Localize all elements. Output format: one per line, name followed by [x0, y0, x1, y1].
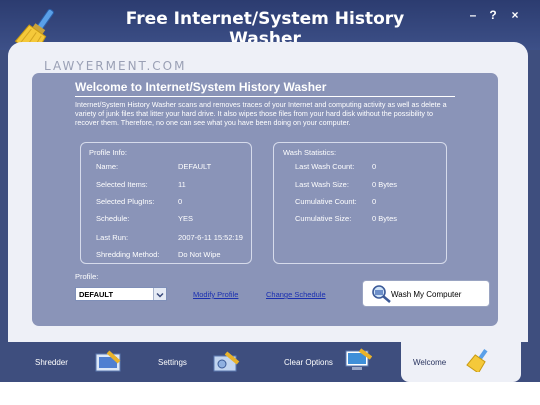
tab-clear-options-label: Clear Options [284, 358, 333, 367]
broom-icon [466, 349, 488, 372]
profile-name-value: DEFAULT [178, 162, 212, 171]
wash-my-computer-button[interactable]: Wash My Computer [362, 280, 490, 307]
modify-profile-link[interactable]: Modify Profile [193, 290, 238, 299]
selected-items-label: Selected Items: [96, 180, 148, 189]
tab-welcome[interactable]: Welcome [401, 342, 521, 380]
cumulative-size-value: 0 Bytes [372, 214, 398, 223]
tab-settings[interactable]: Settings [140, 342, 260, 380]
bottom-strip [0, 382, 540, 405]
magnifier-icon [372, 285, 391, 303]
chevron-down-icon[interactable] [153, 288, 166, 300]
selected-plugins-value: 0 [178, 197, 183, 206]
profile-select[interactable]: DEFAULT [75, 287, 167, 301]
cumulative-count-label: Cumulative Count: [295, 197, 357, 206]
profile-name-label: Name: [96, 162, 119, 171]
wash-button-label: Wash My Computer [391, 290, 462, 299]
last-run-value: 2007-6-11 15:52:19 [178, 233, 243, 242]
tab-settings-label: Settings [158, 358, 187, 367]
welcome-title: Welcome to Internet/System History Washe… [75, 80, 327, 94]
last-wash-size-value: 0 Bytes [372, 180, 398, 189]
shredding-method-value: Do Not Wipe [178, 250, 221, 259]
close-button[interactable]: × [508, 8, 522, 22]
schedule-value: YES [178, 214, 194, 223]
change-schedule-link[interactable]: Change Schedule [266, 290, 326, 299]
profile-info-title: Profile Info: [89, 148, 127, 157]
last-wash-count-label: Last Wash Count: [295, 162, 355, 171]
last-run-label: Last Run: [96, 233, 129, 242]
welcome-description: Internet/System History Washer scans and… [75, 100, 447, 127]
last-wash-size-label: Last Wash Size: [295, 180, 349, 189]
settings-icon [213, 351, 240, 372]
profile-label: Profile: [75, 272, 99, 281]
cumulative-count-value: 0 [372, 197, 377, 206]
wash-stats-title: Wash Statistics: [283, 148, 337, 157]
schedule-label: Schedule: [96, 214, 130, 223]
tab-clear-options[interactable]: Clear Options [270, 342, 390, 380]
app-window: Free Internet/System History Washer – ? … [0, 0, 540, 405]
tab-welcome-label: Welcome [413, 358, 447, 367]
last-wash-count-value: 0 [372, 162, 377, 171]
shredder-icon [95, 350, 121, 372]
clear-options-icon [345, 348, 372, 370]
minimize-button[interactable]: – [466, 8, 480, 22]
selected-plugins-label: Selected PlugIns: [96, 197, 155, 206]
selected-items-value: 11 [178, 180, 186, 189]
profile-select-value: DEFAULT [79, 290, 114, 299]
tab-shredder[interactable]: Shredder [20, 342, 130, 380]
cumulative-size-label: Cumulative Size: [295, 214, 352, 223]
tab-shredder-label: Shredder [35, 358, 68, 367]
help-button[interactable]: ? [486, 8, 500, 22]
title-divider [75, 96, 455, 97]
shredding-method-label: Shredding Method: [96, 250, 160, 259]
watermark: LAWYERMENT.COM [44, 59, 187, 73]
